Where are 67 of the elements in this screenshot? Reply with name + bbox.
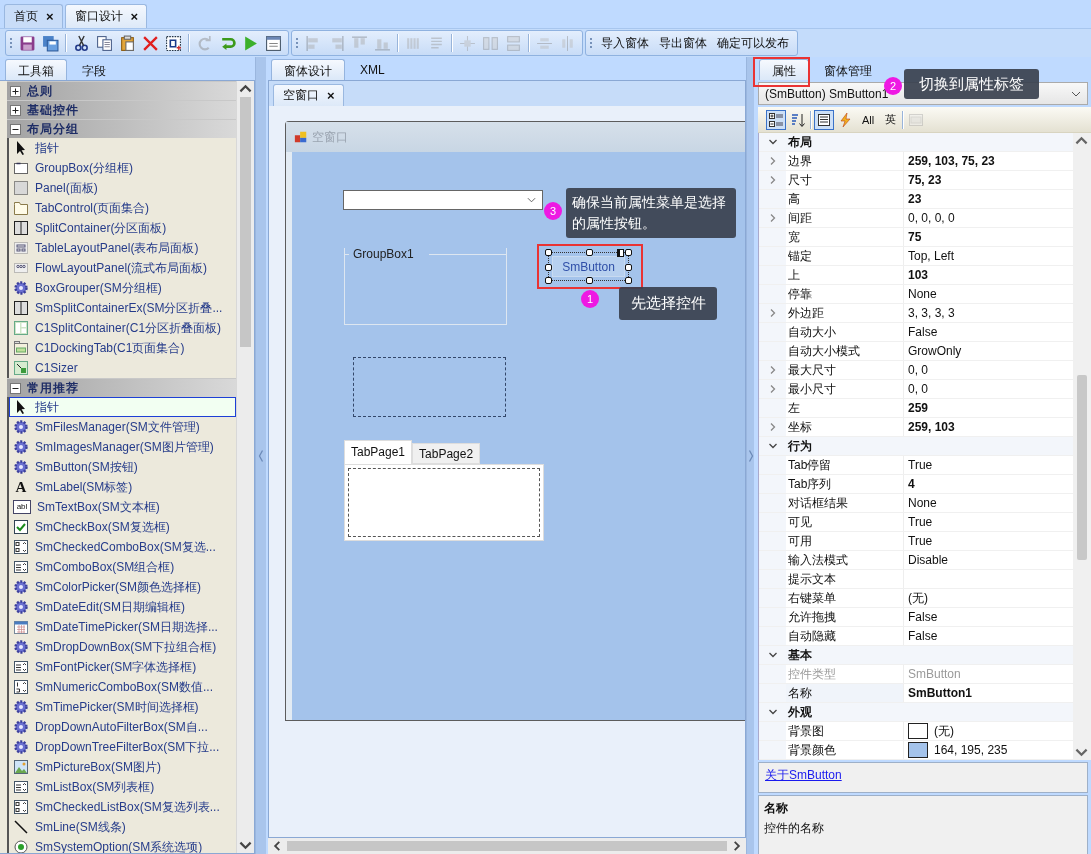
property-value: (无)	[908, 589, 928, 607]
property-name: 停靠	[786, 285, 904, 303]
property-name: 自动大小模式	[786, 342, 904, 360]
callout-tooltip: 先选择控件	[619, 287, 717, 320]
property-name: 间距	[786, 209, 904, 227]
step-badge: 3	[544, 202, 562, 220]
property-name: 允许拖拽	[786, 608, 904, 626]
property-name: 最大尺寸	[786, 361, 904, 379]
property-name: 对话框结果	[786, 494, 904, 512]
property-value: 259	[908, 401, 929, 415]
step-badge: 1	[581, 290, 599, 308]
property-value: 23	[908, 192, 922, 206]
property-value: None	[908, 287, 937, 301]
property-name: 名称	[786, 684, 904, 702]
property-value: 75	[908, 230, 922, 244]
property-name: 上	[786, 266, 904, 284]
property-name: 最小尺寸	[786, 380, 904, 398]
property-name: 输入法模式	[786, 551, 904, 569]
description-title: 名称	[764, 800, 789, 817]
property-value: True	[908, 515, 933, 529]
property-value: False	[908, 325, 938, 339]
callout-tooltip: 确保当前属性菜单是选择的属性按钮。	[566, 188, 736, 238]
property-value: 0, 0	[908, 382, 928, 396]
property-name: 自动隐藏	[786, 627, 904, 645]
property-value: None	[908, 496, 937, 510]
text-box-icon: abl	[13, 500, 31, 514]
description-text: 控件的名称	[764, 820, 825, 837]
property-value: 4	[908, 477, 915, 491]
property-name: 控件类型	[786, 665, 904, 683]
property-value: False	[908, 610, 938, 624]
property-value: 3, 3, 3, 3	[908, 306, 955, 320]
property-name: 提示文本	[786, 570, 904, 588]
property-value: 259, 103, 75, 23	[908, 154, 995, 168]
property-value: Disable	[908, 553, 949, 567]
property-name: 高	[786, 190, 904, 208]
property-value: 0, 0	[908, 363, 928, 377]
property-value: 259, 103	[908, 420, 955, 434]
property-name: 左	[786, 399, 904, 417]
property-name: 尺寸	[786, 171, 904, 189]
property-name: 自动大小	[786, 323, 904, 341]
property-value: True	[908, 458, 933, 472]
property-name: 锚定	[786, 247, 904, 265]
group-box-label: GroupBox1	[353, 247, 414, 261]
property-value: (无)	[934, 722, 954, 740]
property-value: Top, Left	[908, 249, 955, 263]
property-value: 0, 0, 0, 0	[908, 211, 955, 225]
property-value: False	[908, 629, 938, 643]
callout-tooltip: 切换到属性标签	[904, 69, 1039, 99]
letter-icon: A	[13, 478, 29, 496]
property-name: Tab序列	[786, 475, 904, 493]
property-name: 坐标	[786, 418, 904, 436]
property-value: 103	[908, 268, 929, 282]
property-value: 75, 23	[908, 173, 942, 187]
property-name: 宽	[786, 228, 904, 246]
property-name: 可见	[786, 513, 904, 531]
property-value: 164, 195, 235	[934, 743, 1008, 757]
property-name: 右键菜单	[786, 589, 904, 607]
property-name: 边界	[786, 152, 904, 170]
property-name: 背景图	[786, 722, 904, 740]
property-value: True	[908, 534, 933, 548]
property-value: SmButton	[908, 667, 961, 681]
property-value: GrowOnly	[908, 344, 962, 358]
property-name: 背景颜色	[786, 741, 904, 759]
property-value: SmButton1	[908, 686, 972, 700]
property-name: Tab停留	[786, 456, 904, 474]
property-name: 可用	[786, 532, 904, 550]
property-name: 外边距	[786, 304, 904, 322]
